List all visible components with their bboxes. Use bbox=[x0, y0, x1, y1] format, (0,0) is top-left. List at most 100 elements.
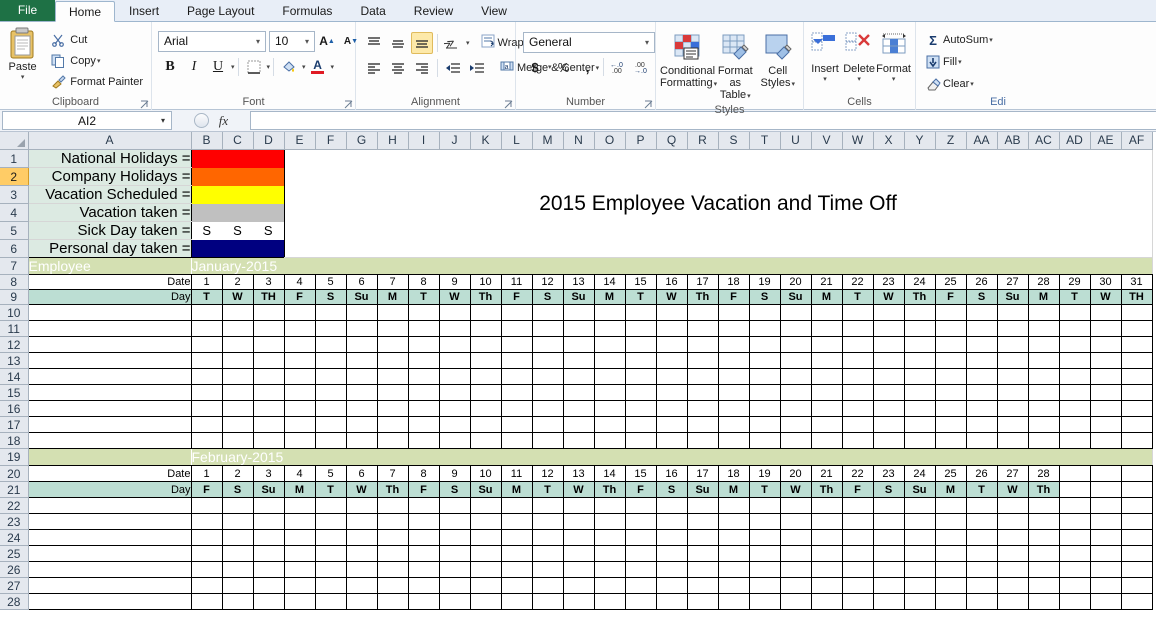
day-entry-cell[interactable] bbox=[532, 384, 564, 401]
date-cell[interactable]: 14 bbox=[594, 274, 626, 290]
font-size-caret-icon[interactable]: ▾ bbox=[302, 37, 312, 46]
column-header-P[interactable]: P bbox=[625, 132, 657, 150]
legend-swatch-2-1[interactable] bbox=[222, 167, 253, 186]
date-cell[interactable]: 12 bbox=[532, 465, 564, 482]
column-header-K[interactable]: K bbox=[470, 132, 502, 150]
day-entry-cell[interactable] bbox=[873, 545, 905, 562]
day-entry-cell[interactable] bbox=[1090, 416, 1122, 433]
delete-cells-caret-icon[interactable]: ▾ bbox=[842, 76, 876, 83]
comma-button[interactable]: , bbox=[577, 56, 599, 78]
day-entry-cell[interactable] bbox=[253, 577, 285, 594]
day-cell[interactable]: S bbox=[656, 481, 688, 498]
day-entry-cell[interactable] bbox=[1090, 513, 1122, 530]
currency-caret-icon[interactable]: ▾ bbox=[548, 63, 552, 71]
cancel-formula-button[interactable] bbox=[193, 113, 209, 128]
day-entry-cell[interactable] bbox=[811, 577, 843, 594]
day-entry-cell[interactable] bbox=[191, 416, 223, 433]
day-entry-cell[interactable] bbox=[501, 432, 533, 449]
format-cells-caret-icon[interactable]: ▾ bbox=[876, 76, 911, 83]
day-entry-cell[interactable] bbox=[563, 352, 595, 369]
day-entry-cell[interactable] bbox=[656, 545, 688, 562]
day-entry-cell[interactable] bbox=[501, 545, 533, 562]
employee-name-cell[interactable] bbox=[28, 368, 192, 385]
legend-swatch-5-1[interactable]: S bbox=[222, 221, 253, 240]
row-header-9[interactable]: 9 bbox=[0, 289, 29, 305]
date-cell[interactable] bbox=[1059, 465, 1091, 482]
day-entry-cell[interactable] bbox=[346, 304, 378, 321]
day-entry-cell[interactable] bbox=[470, 384, 502, 401]
day-entry-cell[interactable] bbox=[966, 336, 998, 353]
row-header-5[interactable]: 5 bbox=[0, 221, 29, 240]
day-cell[interactable]: Th bbox=[594, 481, 626, 498]
day-entry-cell[interactable] bbox=[439, 593, 471, 610]
day-entry-cell[interactable] bbox=[687, 336, 719, 353]
column-header-O[interactable]: O bbox=[594, 132, 626, 150]
day-cell[interactable]: M bbox=[1028, 289, 1060, 305]
align-bottom-button[interactable] bbox=[411, 31, 433, 54]
row-header-15[interactable]: 15 bbox=[0, 384, 29, 401]
day-entry-cell[interactable] bbox=[780, 416, 812, 433]
day-entry-cell[interactable] bbox=[904, 352, 936, 369]
copy-button[interactable]: Copy ▾ bbox=[45, 50, 147, 71]
day-entry-cell[interactable] bbox=[904, 400, 936, 417]
legend-label-2[interactable]: Company Holidays = bbox=[28, 167, 192, 186]
day-entry-cell[interactable] bbox=[346, 352, 378, 369]
column-header-A[interactable]: A bbox=[28, 132, 192, 150]
date-cell[interactable]: 6 bbox=[346, 274, 378, 290]
day-entry-cell[interactable] bbox=[966, 497, 998, 514]
day-entry-cell[interactable] bbox=[625, 304, 657, 321]
fill-caret-icon[interactable]: ▾ bbox=[958, 58, 962, 66]
fill-color-caret-icon[interactable]: ▾ bbox=[302, 63, 306, 71]
day-entry-cell[interactable] bbox=[594, 497, 626, 514]
clear-button[interactable]: Clear ▾ bbox=[920, 73, 974, 95]
day-entry-cell[interactable] bbox=[1121, 497, 1153, 514]
day-entry-cell[interactable] bbox=[1028, 416, 1060, 433]
day-cell[interactable]: TH bbox=[1121, 289, 1153, 305]
day-entry-cell[interactable] bbox=[501, 593, 533, 610]
day-entry-cell[interactable] bbox=[811, 513, 843, 530]
day-entry-cell[interactable] bbox=[718, 529, 750, 546]
date-cell[interactable]: 17 bbox=[687, 274, 719, 290]
day-entry-cell[interactable] bbox=[718, 432, 750, 449]
day-entry-cell[interactable] bbox=[470, 497, 502, 514]
format-cells-button[interactable]: Format ▾ bbox=[876, 27, 911, 83]
day-entry-cell[interactable] bbox=[966, 529, 998, 546]
date-cell[interactable]: 22 bbox=[842, 465, 874, 482]
day-entry-cell[interactable] bbox=[935, 384, 967, 401]
day-cell[interactable]: S bbox=[873, 481, 905, 498]
day-entry-cell[interactable] bbox=[656, 352, 688, 369]
employee-name-cell[interactable] bbox=[28, 336, 192, 353]
day-entry-cell[interactable] bbox=[656, 513, 688, 530]
day-entry-cell[interactable] bbox=[532, 304, 564, 321]
day-entry-cell[interactable] bbox=[284, 593, 316, 610]
day-entry-cell[interactable] bbox=[935, 432, 967, 449]
day-entry-cell[interactable] bbox=[563, 304, 595, 321]
day-entry-cell[interactable] bbox=[377, 320, 409, 337]
day-entry-cell[interactable] bbox=[594, 320, 626, 337]
date-cell[interactable]: 10 bbox=[470, 274, 502, 290]
day-cell[interactable]: M bbox=[284, 481, 316, 498]
select-all-corner[interactable] bbox=[0, 132, 29, 150]
day-entry-cell[interactable] bbox=[687, 497, 719, 514]
format-painter-button[interactable]: Format Painter bbox=[45, 71, 147, 92]
borders-caret-icon[interactable]: ▾ bbox=[267, 63, 271, 71]
day-entry-cell[interactable] bbox=[873, 368, 905, 385]
day-cell[interactable]: Su bbox=[563, 289, 595, 305]
day-entry-cell[interactable] bbox=[346, 561, 378, 578]
day-entry-cell[interactable] bbox=[842, 384, 874, 401]
day-entry-cell[interactable] bbox=[780, 577, 812, 594]
column-header-R[interactable]: R bbox=[687, 132, 719, 150]
employee-name-cell[interactable] bbox=[28, 352, 192, 369]
day-entry-cell[interactable] bbox=[439, 352, 471, 369]
column-header-G[interactable]: G bbox=[346, 132, 378, 150]
clear-caret-icon[interactable]: ▾ bbox=[970, 80, 974, 88]
day-entry-cell[interactable] bbox=[966, 577, 998, 594]
day-entry-cell[interactable] bbox=[718, 384, 750, 401]
day-entry-cell[interactable] bbox=[1059, 432, 1091, 449]
day-row-label[interactable]: Day bbox=[28, 289, 192, 305]
day-entry-cell[interactable] bbox=[315, 513, 347, 530]
employee-name-cell[interactable] bbox=[28, 577, 192, 594]
day-entry-cell[interactable] bbox=[1090, 384, 1122, 401]
column-header-M[interactable]: M bbox=[532, 132, 564, 150]
row-header-11[interactable]: 11 bbox=[0, 320, 29, 337]
